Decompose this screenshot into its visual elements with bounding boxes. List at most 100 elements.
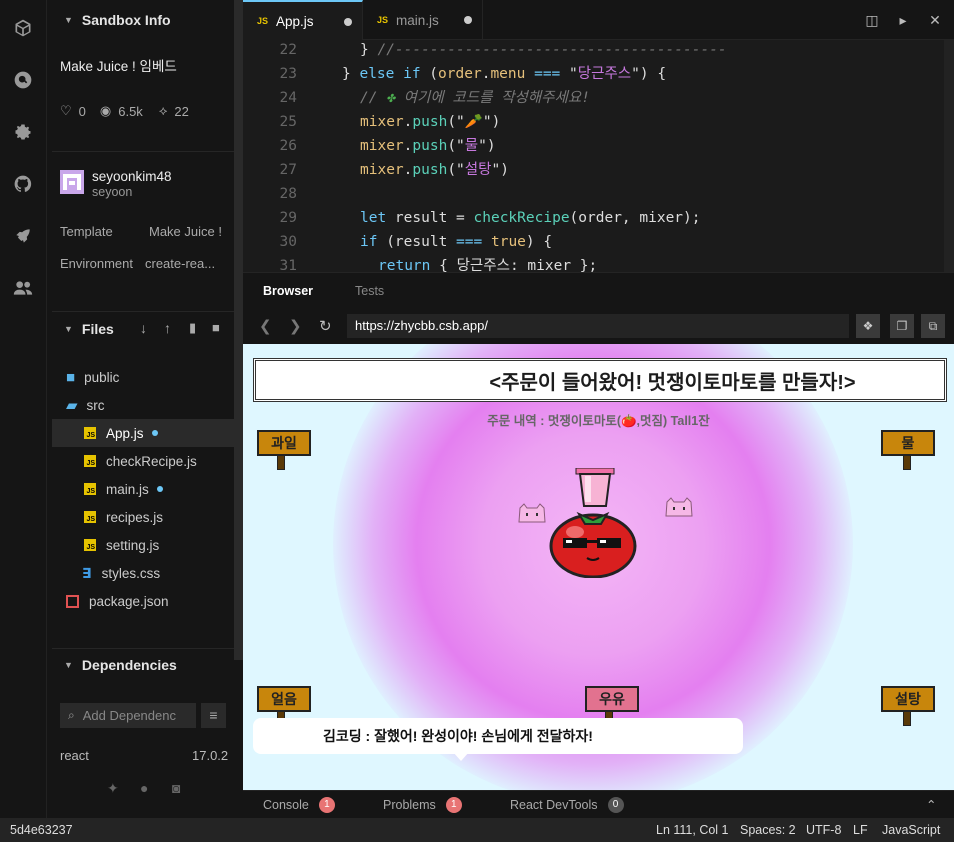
fork-icon[interactable]: ⟡: [159, 103, 168, 119]
sign-fruit-button[interactable]: 과일: [257, 430, 311, 456]
split-view-icon[interactable]: ◫: [864, 12, 880, 28]
file-row-recipes-js[interactable]: JS recipes.js: [52, 503, 234, 531]
sidebar-scrollbar[interactable]: [234, 0, 243, 660]
codesandbox-logo-icon[interactable]: [11, 16, 35, 40]
new-file-icon[interactable]: ▮: [189, 320, 196, 336]
sign-sugar-button[interactable]: 설탕: [881, 686, 935, 712]
sort-up-icon[interactable]: ↑: [164, 320, 171, 336]
refresh-icon[interactable]: ↻: [319, 317, 332, 335]
tab-react-devtools[interactable]: React DevTools 0: [510, 791, 624, 819]
js-file-icon: JS: [84, 427, 96, 439]
twitter-icon[interactable]: ✦: [107, 780, 119, 797]
rocket-icon[interactable]: [11, 224, 35, 248]
pig-icon: [517, 502, 547, 526]
code-line: 24// ✤ 여기에 코드를 작성해주세요!: [243, 86, 943, 110]
file-name: public: [84, 369, 120, 385]
file-row-styles-css[interactable]: ∃ styles.css: [52, 559, 234, 587]
line-number: 30: [279, 234, 297, 250]
js-tab-icon: JS: [377, 15, 389, 25]
environment-value: create-rea...: [145, 256, 216, 271]
file-row-public[interactable]: ■ public: [52, 363, 234, 391]
unsaved-dot[interactable]: [464, 16, 472, 24]
sandbox-info-header[interactable]: ▼ Sandbox Info: [52, 2, 234, 38]
environment-label: Environment: [60, 256, 133, 271]
gear-icon[interactable]: [11, 120, 35, 144]
devtools-icon[interactable]: ❖: [856, 314, 880, 338]
tab-label: App.js: [276, 13, 314, 29]
code-area[interactable]: 22} //----------------------------------…: [243, 40, 954, 272]
menu-icon[interactable]: ≡: [201, 703, 226, 728]
file-name: setting.js: [106, 537, 160, 553]
caret-down-icon: ▼: [64, 660, 73, 670]
chevron-up-icon[interactable]: ⌃: [926, 791, 936, 819]
unsaved-dot[interactable]: [344, 18, 352, 26]
devtools-label: React DevTools: [510, 798, 598, 812]
editor-scrollbar[interactable]: [944, 40, 954, 272]
search-icon[interactable]: [11, 68, 35, 92]
file-row-app-js[interactable]: JS App.js: [52, 419, 234, 447]
code-line: 26 mixer.push("물"): [243, 134, 943, 158]
app-root: ▼ Sandbox Info Make Juice ! 임베드 ♡ 0 ◉ 6.…: [0, 0, 954, 842]
indentation[interactable]: Spaces: 2: [740, 818, 796, 842]
url-input[interactable]: https://zhycbb.csb.app/: [347, 314, 849, 338]
author-username: seyoon: [92, 185, 133, 199]
files-title: Files: [81, 321, 114, 337]
file-row-main-js[interactable]: JS main.js: [52, 475, 234, 503]
template-value[interactable]: Make Juice !: [149, 224, 231, 239]
npm-icon: [66, 594, 79, 608]
editor-tabs: JS App.js JS main.js ◫ ▸ ✕: [243, 0, 954, 40]
tab-console[interactable]: Console 1: [263, 791, 335, 819]
divider: [52, 151, 234, 152]
code-line: 30 if (result === true) {: [243, 230, 943, 254]
dependency-version: 17.0.2: [192, 748, 229, 763]
sign-water-button[interactable]: 물: [881, 430, 935, 456]
copy-icon[interactable]: ❐: [890, 314, 914, 338]
encoding[interactable]: UTF-8: [806, 818, 841, 842]
team-icon[interactable]: [11, 276, 35, 300]
speech-bubble-tail: [453, 752, 469, 761]
tab-problems[interactable]: Problems 1: [383, 791, 462, 819]
dependencies-title: Dependencies: [81, 657, 177, 673]
author-avatar[interactable]: [60, 170, 84, 194]
file-row-package-json[interactable]: package.json: [52, 587, 234, 615]
tab-main-js[interactable]: JS main.js: [363, 0, 483, 40]
discord-icon[interactable]: ◙: [172, 780, 180, 796]
line-ending[interactable]: LF: [853, 818, 868, 842]
sign-milk-button[interactable]: 우유: [585, 686, 639, 712]
juice-cup-icon: [574, 467, 616, 508]
new-folder-icon[interactable]: ■: [212, 320, 220, 335]
activity-bar: [0, 0, 47, 818]
github-icon[interactable]: ●: [140, 780, 148, 796]
file-name: styles.css: [101, 565, 161, 581]
file-row-setting-js[interactable]: JS setting.js: [52, 531, 234, 559]
add-dependency-input[interactable]: ⌕ Add Dependenc: [60, 703, 196, 728]
dependency-name[interactable]: react: [60, 748, 89, 763]
heart-icon[interactable]: ♡: [60, 103, 72, 119]
tab-tests[interactable]: Tests: [355, 273, 384, 309]
github-icon[interactable]: [11, 172, 35, 196]
close-icon[interactable]: ✕: [927, 12, 943, 28]
folder-open-icon: ▰: [66, 397, 78, 414]
sign-ice-button[interactable]: 얼음: [257, 686, 311, 712]
file-name: recipes.js: [106, 509, 164, 525]
tab-app-js[interactable]: JS App.js: [243, 0, 363, 40]
sort-down-icon[interactable]: ↓: [140, 320, 147, 336]
new-window-icon[interactable]: ⧉: [921, 314, 945, 338]
line-number: 25: [279, 114, 297, 130]
back-icon[interactable]: ❮: [259, 317, 272, 335]
views-count: 6.5k: [118, 103, 143, 119]
code-line: 23} else if (order.menu === "당근주스") {: [243, 62, 943, 86]
line-number: 24: [279, 90, 297, 106]
tab-browser[interactable]: Browser: [263, 273, 313, 309]
dependencies-header[interactable]: ▼ Dependencies: [52, 647, 234, 683]
file-name: package.json: [89, 593, 169, 609]
preview-icon[interactable]: ▸: [895, 12, 911, 28]
line-number: 23: [279, 66, 297, 82]
cursor-position[interactable]: Ln 111, Col 1: [656, 818, 729, 842]
author-name[interactable]: seyoonkim48: [92, 169, 172, 184]
file-name: src: [86, 397, 105, 413]
forward-icon[interactable]: ❯: [289, 317, 302, 335]
file-row-checkrecipe-js[interactable]: JS checkRecipe.js: [52, 447, 234, 475]
file-row-src[interactable]: ▰ src: [52, 391, 234, 419]
language-mode[interactable]: JavaScript: [882, 818, 940, 842]
